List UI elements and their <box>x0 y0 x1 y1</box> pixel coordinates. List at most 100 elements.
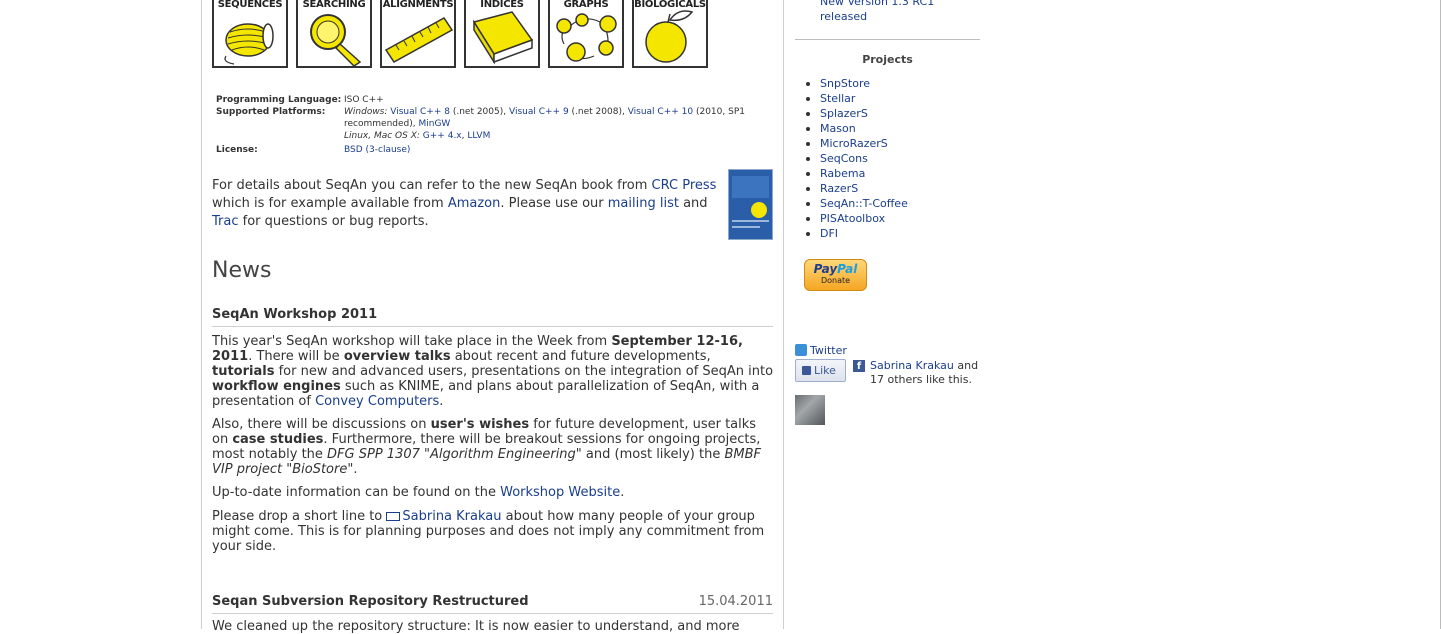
info-label-platforms: Supported Platforms: <box>216 107 326 117</box>
like-label: Like <box>814 364 836 377</box>
paypal-donate-button[interactable]: PayPal Donate <box>804 259 867 291</box>
link-llvm[interactable]: LLVM <box>467 131 490 141</box>
tile-graphs[interactable]: GRAPHS <box>548 0 624 68</box>
text: . <box>353 462 358 477</box>
article-date: 15.04.2011 <box>698 594 773 609</box>
project-link[interactable]: RazerS <box>820 182 858 195</box>
info-label-language: Programming Language: <box>216 95 342 105</box>
link-visual-cpp-9[interactable]: Visual C++ 9 <box>509 107 569 117</box>
avatar[interactable] <box>795 395 825 425</box>
tile-alignments[interactable]: ALIGNMENTS <box>380 0 456 68</box>
text: This year's SeqAn workshop will take pla… <box>212 334 612 349</box>
emphasis: case studies <box>232 432 324 447</box>
text: . There will be <box>248 349 344 364</box>
projects-heading: Projects <box>862 53 913 66</box>
tile-biologicals[interactable]: BIOLOGICALS <box>632 0 708 68</box>
text: about recent and future developments, <box>450 349 711 364</box>
text: Please drop a short line to <box>212 509 387 524</box>
list-item: DFI <box>806 226 908 241</box>
link-license[interactable]: BSD (3-clause) <box>344 145 410 155</box>
info-value-platforms: Windows: Visual C++ 8 (.net 2005), Visua… <box>344 106 754 142</box>
text: Up-to-date information can be found on t… <box>212 485 501 500</box>
list-item: SeqCons <box>806 151 908 166</box>
donate-label: Donate <box>820 276 851 285</box>
project-link[interactable]: Mason <box>820 122 856 135</box>
text: . <box>620 485 625 500</box>
project-link[interactable]: DFI <box>820 227 838 240</box>
link-new-version[interactable]: New Version 1.3 RC1 <box>820 0 934 8</box>
news-heading: News <box>212 258 272 283</box>
facebook-icon: f <box>853 360 865 372</box>
text: for questions or bug reports. <box>238 214 429 229</box>
article-paragraph: Up-to-date information can be found on t… <box>212 485 775 500</box>
thread-spool-icon <box>224 23 274 65</box>
link-visual-cpp-8[interactable]: Visual C++ 8 <box>390 107 450 117</box>
like-summary: Sabrina Krakau and 17 others like this. <box>870 359 980 387</box>
link-gpp[interactable]: G++ 4.x <box>423 131 462 141</box>
list-item: Rabema <box>806 166 908 181</box>
mail-icon <box>386 512 401 521</box>
link-crc-press[interactable]: CRC Press <box>652 178 717 193</box>
list-item: SnpStore <box>806 76 908 91</box>
text: and (most likely) the <box>581 447 725 462</box>
thumbs-up-icon <box>802 366 811 375</box>
link-workshop-website[interactable]: Workshop Website <box>500 485 620 500</box>
project-link[interactable]: Stellar <box>820 92 855 105</box>
book-cover-art <box>729 170 772 239</box>
list-item: SplazerS <box>806 106 908 121</box>
text: For details about SeqAn you can refer to… <box>212 178 652 193</box>
link-convey-computers[interactable]: Convey Computers <box>315 394 439 409</box>
paypal-logo-pal: Pal <box>837 262 858 276</box>
link-like-user[interactable]: Sabrina Krakau <box>870 359 954 372</box>
sidebar-divider <box>795 39 980 40</box>
article-paragraph: Please drop a short line to Sabrina Krak… <box>212 509 775 554</box>
paypal-logo: PayPal <box>805 262 866 276</box>
article-title: SeqAn Workshop 2011 <box>212 307 773 327</box>
text: . Please use our <box>500 196 608 211</box>
project-link[interactable]: SnpStore <box>820 77 870 90</box>
link-mingw[interactable]: MinGW <box>418 119 450 129</box>
article-title-text[interactable]: SeqAn Workshop 2011 <box>212 307 377 322</box>
content-border-divider <box>783 0 784 629</box>
article-paragraph: We cleaned up the repository structure: … <box>212 619 740 634</box>
details-paragraph: For details about SeqAn you can refer to… <box>212 177 722 231</box>
link-amazon[interactable]: Amazon <box>448 196 501 211</box>
link-sabrina-krakau-email[interactable]: Sabrina Krakau <box>402 509 501 524</box>
lemon-icon <box>645 10 694 63</box>
emphasis: user's wishes <box>430 417 530 432</box>
info-table: Programming Language: ISO C++ Supported … <box>216 94 754 156</box>
link-trac[interactable]: Trac <box>212 214 239 229</box>
list-item: SeqAn::T-Coffee <box>806 196 908 211</box>
list-item: PISAtoolbox <box>806 211 908 226</box>
emphasis: overview talks <box>343 349 451 364</box>
project-link[interactable]: SplazerS <box>820 107 868 120</box>
text: for new and advanced users, presentation… <box>274 364 774 379</box>
project-link[interactable]: MicroRazerS <box>820 137 888 150</box>
info-label-license: License: <box>216 145 258 155</box>
project-link[interactable]: SeqAn::T-Coffee <box>820 197 908 210</box>
book-cover-image[interactable] <box>728 169 773 240</box>
link-visual-cpp-10[interactable]: Visual C++ 10 <box>628 107 693 117</box>
list-item: RazerS <box>806 181 908 196</box>
tile-sequences[interactable]: SEQUENCES <box>212 0 288 68</box>
emphasis: tutorials <box>212 364 275 379</box>
project-link[interactable]: PISAtoolbox <box>820 212 885 225</box>
text: (.net 2005), <box>449 107 509 117</box>
project-link[interactable]: SeqCons <box>820 152 868 165</box>
article-paragraph: Also, there will be discussions on user'… <box>212 417 775 477</box>
tile-searching[interactable]: SEARCHING <box>296 0 372 68</box>
text: (.net 2008), <box>568 107 628 117</box>
platform-unix-label: Linux, Mac OS X: <box>344 131 420 141</box>
link-mailing-list[interactable]: mailing list <box>608 196 679 211</box>
facebook-like-button[interactable]: Like <box>795 359 846 382</box>
book-icon <box>472 11 534 65</box>
content-border-left <box>201 0 202 629</box>
link-new-version-released[interactable]: released <box>820 10 867 23</box>
magnifier-icon <box>310 14 362 66</box>
article-title-text[interactable]: Seqan Subversion Repository Restructured <box>212 594 529 609</box>
tile-indices[interactable]: INDICES <box>464 0 540 68</box>
text: Also, there will be discussions on <box>212 417 431 432</box>
twitter-link[interactable]: Twitter <box>810 344 847 357</box>
project-link[interactable]: Rabema <box>820 167 865 180</box>
paypal-logo-pay: Pay <box>813 262 838 276</box>
